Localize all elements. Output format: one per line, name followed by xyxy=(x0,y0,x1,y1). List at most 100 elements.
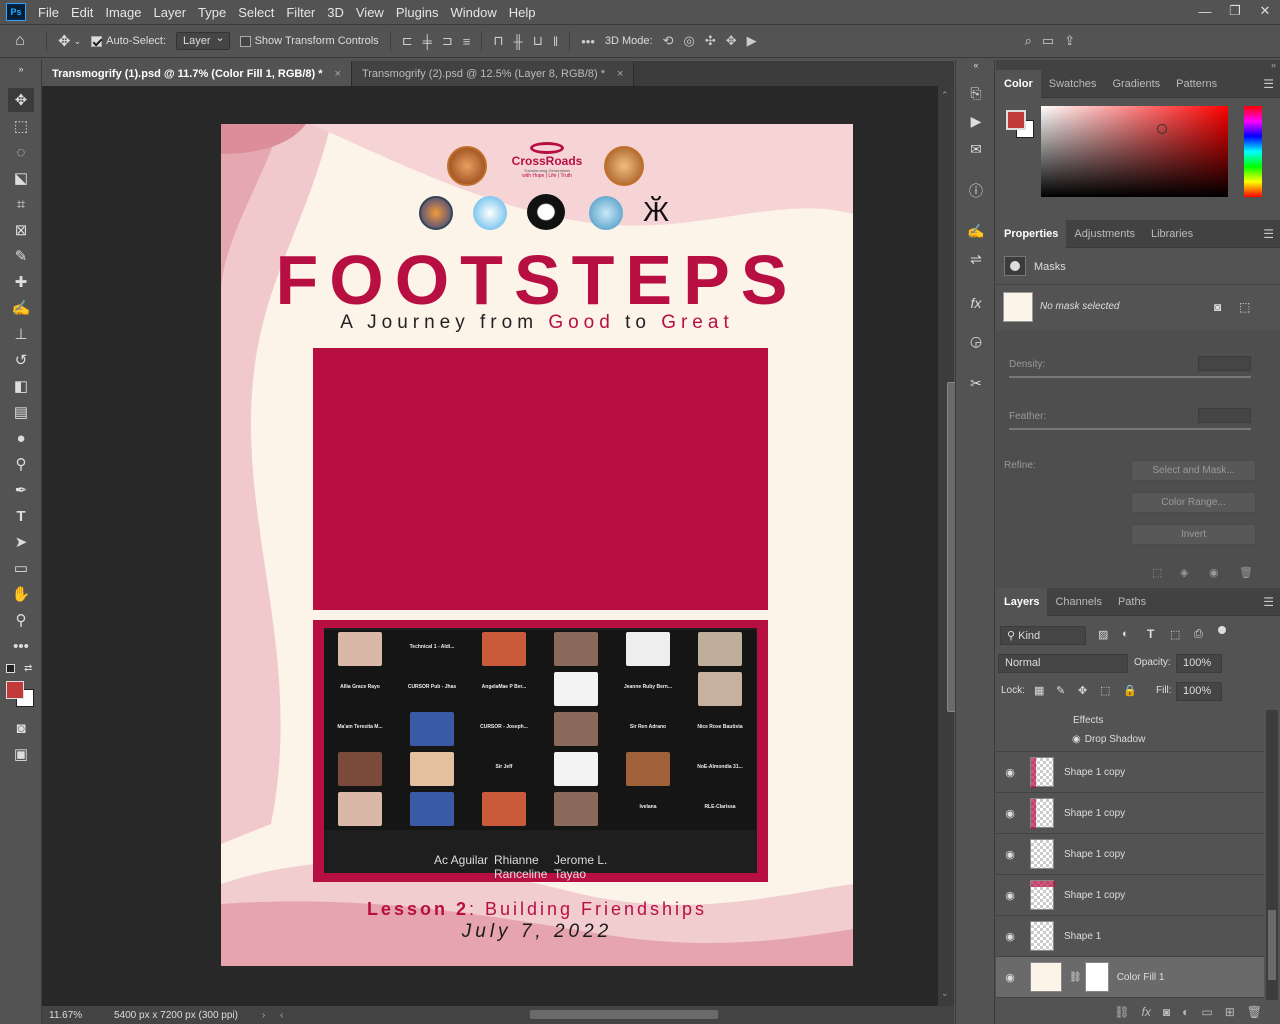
layers-scrollbar[interactable] xyxy=(1266,710,1278,1000)
more-options-icon[interactable]: ••• xyxy=(576,34,600,49)
lasso-tool-icon[interactable]: ◌ xyxy=(8,140,34,164)
menu-3d[interactable]: 3D xyxy=(321,5,350,20)
brush-settings-icon[interactable]: ✍ xyxy=(964,220,988,242)
menu-image[interactable]: Image xyxy=(99,5,147,20)
layer-name[interactable]: Shape 1 copy xyxy=(1064,849,1125,860)
distribute-vertical-icon[interactable]: ‖ xyxy=(548,34,563,49)
load-selection-icon[interactable]: ⬚ xyxy=(1152,566,1162,579)
menu-select[interactable]: Select xyxy=(232,5,280,20)
eye-icon[interactable]: ◉ xyxy=(1072,734,1081,745)
blur-tool-icon[interactable]: ● xyxy=(8,426,34,450)
density-field[interactable] xyxy=(1198,356,1251,371)
fg-color-swatch[interactable] xyxy=(1006,110,1026,130)
menu-type[interactable]: Type xyxy=(192,5,232,20)
opacity-field[interactable]: 100% xyxy=(1176,654,1222,673)
layer-name[interactable]: Shape 1 xyxy=(1064,931,1101,942)
pan-3d-icon[interactable]: ✣ xyxy=(700,33,721,49)
menu-view[interactable]: View xyxy=(350,5,390,20)
drop-shadow-item[interactable]: ◉ Drop Shadow xyxy=(1072,734,1145,745)
tab-gradients[interactable]: Gradients xyxy=(1104,70,1168,98)
lock-transparent-icon[interactable]: ▦ xyxy=(1034,684,1044,697)
align-center-icon[interactable]: ╪ xyxy=(418,34,437,49)
workspace-icon[interactable]: ▭ xyxy=(1037,33,1059,49)
add-style-fx-icon[interactable]: fx xyxy=(1142,1005,1151,1019)
align-right-icon[interactable]: ⊐ xyxy=(437,33,458,49)
menu-filter[interactable]: Filter xyxy=(280,5,321,20)
filter-toggle-icon[interactable] xyxy=(1218,626,1226,634)
menu-plugins[interactable]: Plugins xyxy=(390,5,445,20)
new-adjustment-icon[interactable]: ◐ xyxy=(1182,1005,1189,1019)
eye-icon[interactable]: ◉ xyxy=(996,766,1024,779)
actions-play-icon[interactable]: ▶ xyxy=(964,110,988,132)
restore-button[interactable]: ❐ xyxy=(1220,0,1250,22)
rectangle-tool-icon[interactable]: ▭ xyxy=(8,556,34,580)
add-mask-icon[interactable]: ◙ xyxy=(1163,1005,1170,1019)
tab-close-icon[interactable]: × xyxy=(335,68,341,80)
menu-window[interactable]: Window xyxy=(444,5,502,20)
marquee-tool-icon[interactable]: ⬚ xyxy=(8,114,34,138)
hue-slider[interactable] xyxy=(1244,106,1262,197)
eye-icon[interactable]: ◉ xyxy=(996,971,1024,984)
tab-paths[interactable]: Paths xyxy=(1110,588,1154,616)
scale-3d-icon[interactable]: ▶ xyxy=(742,33,762,49)
menu-help[interactable]: Help xyxy=(503,5,542,20)
quick-mask-icon[interactable]: ◙ xyxy=(8,716,34,740)
apply-mask-icon[interactable]: ◈ xyxy=(1180,566,1188,579)
fill-field[interactable]: 100% xyxy=(1176,682,1222,701)
scroll-left-icon[interactable]: ‹ xyxy=(280,1010,283,1021)
align-bottom-icon[interactable]: ⊔ xyxy=(528,33,548,49)
layer-name[interactable]: Shape 1 copy xyxy=(1064,808,1125,819)
layer-filter-dropdown[interactable]: ⚲ Kind xyxy=(1000,626,1086,645)
panel-menu-icon[interactable]: ☰ xyxy=(1263,595,1274,609)
delete-layer-icon[interactable]: 🗑 xyxy=(1247,1005,1262,1019)
swap-colors-icon[interactable]: ⇄ xyxy=(24,663,32,674)
roll-3d-icon[interactable]: ◎ xyxy=(678,33,699,49)
type-tool-icon[interactable]: T xyxy=(8,504,34,528)
healing-brush-tool-icon[interactable]: ✚ xyxy=(8,270,34,294)
layer-row[interactable]: ◉ Shape 1 xyxy=(996,916,1264,957)
comments-icon[interactable]: ✉ xyxy=(964,138,988,160)
vertical-scrollbar[interactable]: ⌃ ⌄ xyxy=(938,86,957,1006)
eye-icon[interactable]: ◉ xyxy=(996,807,1024,820)
link-icon[interactable]: ⛓ xyxy=(1069,972,1082,983)
history-icon[interactable]: ⎘ xyxy=(964,82,988,104)
tab-patterns[interactable]: Patterns xyxy=(1168,70,1225,98)
info-icon[interactable]: ⓘ xyxy=(964,180,988,202)
eye-icon[interactable]: ◉ xyxy=(996,889,1024,902)
object-select-tool-icon[interactable]: ⬕ xyxy=(8,166,34,190)
tab-layers[interactable]: Layers xyxy=(996,588,1048,616)
clone-stamp-tool-icon[interactable]: ⊥ xyxy=(8,322,34,346)
color-picker-marker[interactable] xyxy=(1157,124,1167,134)
home-icon[interactable]: ⌂ xyxy=(0,24,40,58)
status-menu-icon[interactable]: › xyxy=(262,1010,265,1021)
auto-select-checkbox[interactable]: Auto-Select: xyxy=(86,24,171,58)
select-and-mask-button[interactable]: Select and Mask... xyxy=(1131,460,1256,481)
feather-slider[interactable] xyxy=(1009,428,1251,430)
new-layer-icon[interactable]: ⊞ xyxy=(1225,1005,1235,1019)
tab-color[interactable]: Color xyxy=(996,70,1041,98)
layer-row[interactable]: ◉ Shape 1 copy xyxy=(996,834,1264,875)
zoom-level[interactable]: 11.67% xyxy=(49,1010,82,1021)
pen-tool-icon[interactable]: ✒ xyxy=(8,478,34,502)
filter-type-icon[interactable]: T xyxy=(1147,627,1154,641)
scroll-up-icon[interactable]: ⌃ xyxy=(941,90,949,101)
new-group-icon[interactable]: ▭ xyxy=(1201,1005,1212,1019)
eyedropper-tool-icon[interactable]: ✎ xyxy=(8,244,34,268)
tab-transmogrify-1[interactable]: Transmogrify (1).psd @ 11.7% (Color Fill… xyxy=(42,61,352,86)
menu-layer[interactable]: Layer xyxy=(148,5,193,20)
close-button[interactable]: ✕ xyxy=(1250,0,1280,22)
link-layers-icon[interactable]: ⛓ xyxy=(1114,1005,1129,1019)
tab-libraries[interactable]: Libraries xyxy=(1143,220,1201,248)
document-canvas[interactable]: CrossRoads Transforming Generations with… xyxy=(221,124,853,966)
brush-tool-icon[interactable]: ✍ xyxy=(8,296,34,320)
minimize-button[interactable]: — xyxy=(1190,0,1220,22)
tool-presets-icon[interactable]: ✂ xyxy=(964,372,988,394)
eye-icon[interactable]: ◉ xyxy=(996,930,1024,943)
layer-row[interactable]: ◉ Shape 1 copy xyxy=(996,793,1264,834)
panel-menu-icon[interactable]: ☰ xyxy=(1263,227,1274,241)
auto-select-dropdown[interactable]: Layer xyxy=(176,31,230,50)
move-tool-icon[interactable]: ✥ ⌄ xyxy=(53,24,86,58)
filter-adjustment-icon[interactable]: ◐ xyxy=(1122,628,1129,640)
default-colors-icon[interactable] xyxy=(6,664,15,673)
zoom-tool-icon[interactable]: ⚲ xyxy=(8,608,34,632)
